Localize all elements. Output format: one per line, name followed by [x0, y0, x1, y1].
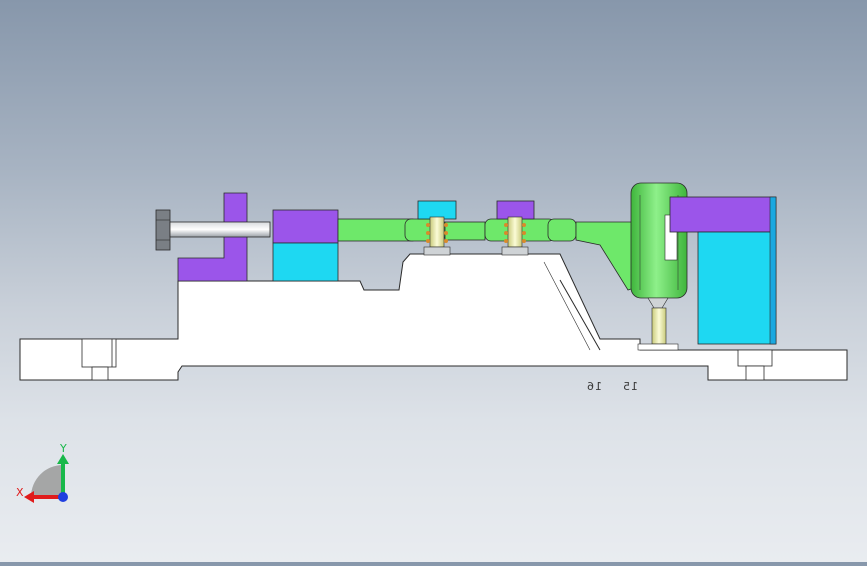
triad-sector: [31, 465, 63, 497]
cyan-block-left: [272, 242, 339, 282]
orientation-triad[interactable]: X Y: [10, 440, 80, 510]
cyan-cap: [417, 200, 457, 220]
y-axis-label: Y: [60, 442, 67, 455]
support-pin: [637, 297, 679, 351]
purple-block-left: [272, 209, 339, 244]
adjusting-bolt: [155, 209, 271, 251]
x-axis-label: X: [16, 486, 24, 499]
part-label-15: 15: [622, 380, 638, 393]
part-label-16: 16: [586, 380, 602, 393]
cyan-block-right: [697, 231, 777, 345]
assembly-drawing: [19, 182, 848, 381]
z-axis-dot: [58, 492, 68, 502]
cad-graphics-viewport[interactable]: 15 16: [0, 0, 867, 562]
cyan-block-right-side: [769, 196, 777, 345]
triad-graphic: [24, 454, 69, 503]
purple-block-right: [669, 196, 777, 233]
purple-cap: [496, 200, 535, 220]
